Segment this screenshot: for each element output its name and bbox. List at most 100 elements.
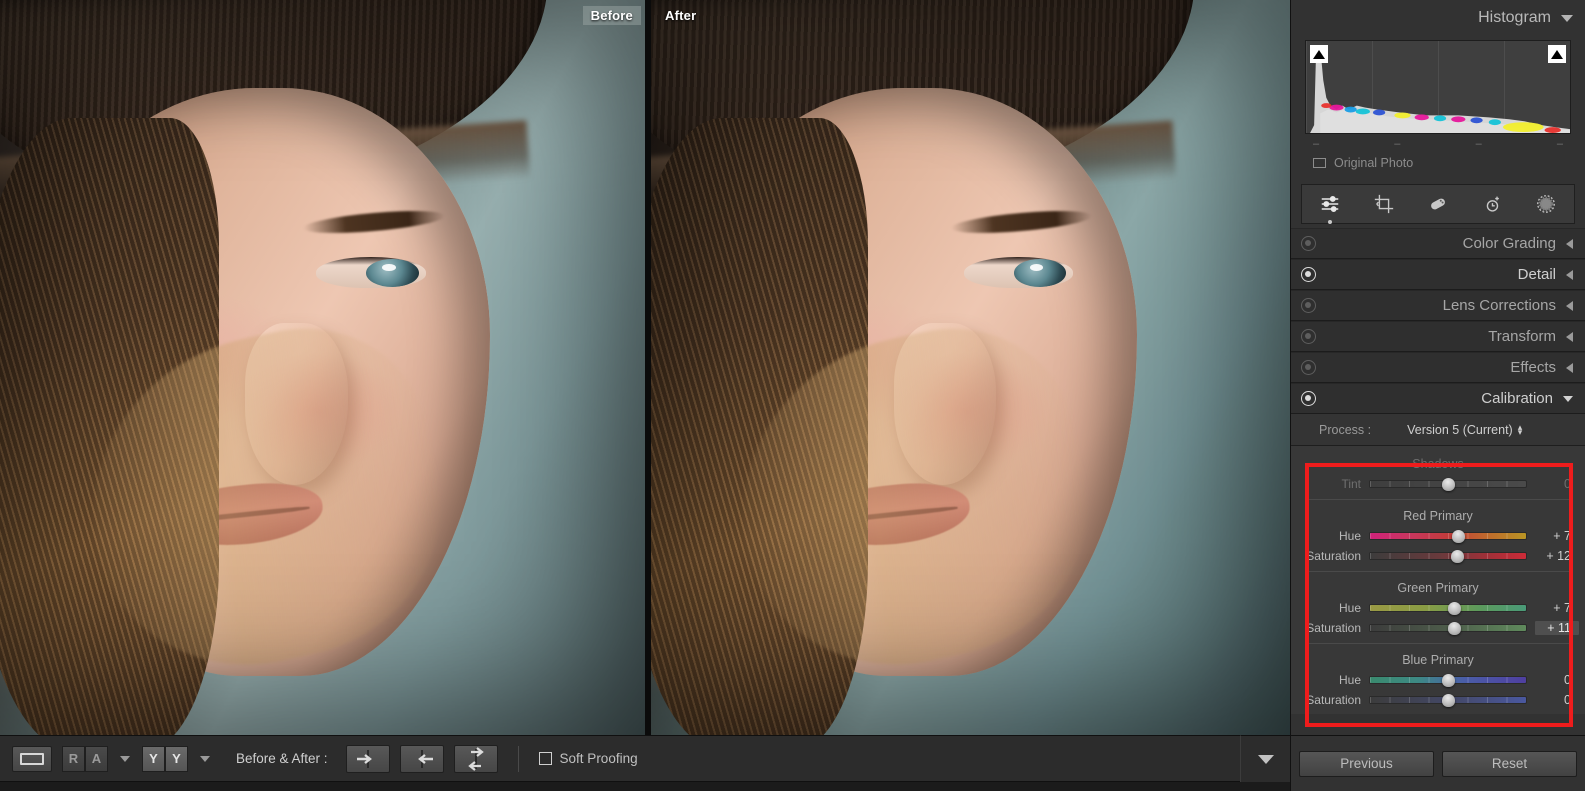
histogram-ticks: – – – – — [1305, 134, 1571, 150]
sidebar-item-detail[interactable]: Detail — [1291, 259, 1585, 290]
chevron-left-icon[interactable] — [1566, 301, 1573, 311]
chevron-left-icon[interactable] — [1566, 270, 1573, 280]
slider-knob[interactable] — [1448, 602, 1461, 615]
reference-view-a-label: A — [85, 746, 108, 772]
reference-view-button[interactable]: R A — [62, 746, 108, 772]
calibration-sliders: Shadows Tint 0 Red Primary Hue + 7 — [1291, 446, 1585, 714]
section-label: Transform — [1488, 328, 1566, 345]
tool-strip — [1301, 184, 1575, 224]
soft-proofing-label: Soft Proofing — [560, 751, 638, 766]
soft-proofing-checkbox[interactable] — [539, 752, 552, 765]
panel-section-list: Color Grading Detail Lens Corrections Tr… — [1291, 228, 1585, 414]
highlight-clipping-indicator[interactable] — [1548, 45, 1566, 63]
chevron-down-icon — [1258, 755, 1274, 764]
eye-icon[interactable] — [1301, 267, 1316, 282]
histogram-container: – – – – Original Photo — [1301, 36, 1575, 182]
slider-row-shadows-tint[interactable]: Tint 0 — [1291, 474, 1585, 494]
histogram-panel-header[interactable]: Histogram — [1291, 0, 1585, 36]
slider-row-green-saturation[interactable]: Saturation + 11 — [1291, 618, 1585, 638]
slider-track-green-hue[interactable] — [1369, 604, 1527, 612]
after-label: After — [657, 6, 704, 25]
eye-icon[interactable] — [1301, 298, 1316, 313]
slider-knob[interactable] — [1442, 694, 1455, 707]
reference-view-caret-icon[interactable] — [120, 756, 130, 762]
slider-label: Saturation — [1291, 693, 1369, 707]
eye-icon[interactable] — [1301, 360, 1316, 375]
before-portrait-image — [0, 0, 645, 735]
after-image-pane[interactable]: After — [651, 0, 1290, 735]
image-compare-viewer[interactable]: Before After — [0, 0, 1290, 735]
slider-row-blue-hue[interactable]: Hue 0 — [1291, 670, 1585, 690]
sidebar-item-calibration[interactable]: Calibration — [1291, 383, 1585, 414]
slider-value: 0 — [1535, 477, 1579, 491]
slider-knob[interactable] — [1448, 622, 1461, 635]
section-label: Effects — [1510, 359, 1566, 376]
section-label: Detail — [1518, 266, 1566, 283]
sidebar-item-lens-corrections[interactable]: Lens Corrections — [1291, 290, 1585, 321]
histogram-graph[interactable] — [1305, 40, 1571, 134]
toolbar-divider — [518, 746, 519, 772]
sidebar-item-color-grading[interactable]: Color Grading — [1291, 228, 1585, 259]
stepper-icon[interactable]: ▴▾ — [1518, 425, 1523, 435]
divider — [1305, 643, 1571, 644]
eye-icon[interactable] — [1301, 236, 1316, 251]
slider-track-red-saturation[interactable] — [1369, 552, 1527, 560]
section-label: Color Grading — [1463, 235, 1566, 252]
slider-row-red-hue[interactable]: Hue + 7 — [1291, 526, 1585, 546]
process-version-select[interactable]: Version 5 (Current) ▴▾ — [1407, 423, 1522, 437]
reset-button[interactable]: Reset — [1442, 751, 1577, 777]
slider-knob[interactable] — [1442, 674, 1455, 687]
histogram-title: Histogram — [1478, 9, 1551, 27]
filmstrip-toggle-button[interactable] — [1240, 735, 1290, 782]
soft-proofing-toggle[interactable]: Soft Proofing — [539, 751, 638, 766]
crop-icon[interactable] — [1371, 191, 1397, 217]
loupe-view-button[interactable] — [12, 746, 52, 772]
chevron-down-icon[interactable] — [1563, 396, 1573, 402]
before-after-label: Before & After : — [236, 751, 328, 766]
original-photo-row[interactable]: Original Photo — [1305, 150, 1571, 178]
red-eye-icon[interactable] — [1479, 191, 1505, 217]
section-label: Lens Corrections — [1443, 297, 1566, 314]
slider-row-red-saturation[interactable]: Saturation + 12 — [1291, 546, 1585, 566]
slider-label: Saturation — [1291, 621, 1369, 635]
eye-icon[interactable] — [1301, 329, 1316, 344]
slider-label: Hue — [1291, 601, 1369, 615]
section-label: Calibration — [1481, 390, 1563, 407]
masking-icon[interactable] — [1533, 191, 1559, 217]
swap-settings-button[interactable] — [454, 745, 498, 773]
copy-after-settings-button[interactable] — [346, 745, 390, 773]
slider-row-green-hue[interactable]: Hue + 7 — [1291, 598, 1585, 618]
divider — [1305, 499, 1571, 500]
chevron-left-icon[interactable] — [1566, 239, 1573, 249]
previous-button[interactable]: Previous — [1299, 751, 1434, 777]
slider-label: Hue — [1291, 529, 1369, 543]
shadow-clipping-indicator[interactable] — [1310, 45, 1328, 63]
slider-knob[interactable] — [1451, 550, 1464, 563]
eye-icon[interactable] — [1301, 391, 1316, 406]
slider-row-blue-saturation[interactable]: Saturation 0 — [1291, 690, 1585, 710]
before-after-caret-icon[interactable] — [200, 756, 210, 762]
sidebar-item-transform[interactable]: Transform — [1291, 321, 1585, 352]
slider-track-shadows-tint[interactable] — [1369, 480, 1527, 488]
slider-knob[interactable] — [1452, 530, 1465, 543]
slider-knob[interactable] — [1442, 478, 1455, 491]
healing-brush-icon[interactable] — [1425, 191, 1451, 217]
edit-sliders-icon[interactable] — [1317, 191, 1343, 217]
slider-track-red-hue[interactable] — [1369, 532, 1527, 540]
slider-value: + 7 — [1535, 529, 1579, 543]
slider-track-blue-saturation[interactable] — [1369, 696, 1527, 704]
sidebar-item-effects[interactable]: Effects — [1291, 352, 1585, 383]
right-panel: Histogram — [1290, 0, 1585, 735]
slider-track-green-saturation[interactable] — [1369, 624, 1527, 632]
slider-track-blue-hue[interactable] — [1369, 676, 1527, 684]
slider-value: + 12 — [1535, 549, 1579, 563]
before-after-view-button[interactable]: Y Y — [142, 746, 188, 772]
chevron-left-icon[interactable] — [1566, 332, 1573, 342]
chevron-down-icon[interactable] — [1561, 15, 1573, 22]
chevron-left-icon[interactable] — [1566, 363, 1573, 373]
before-after-y-right-label: Y — [165, 746, 188, 772]
copy-before-settings-button[interactable] — [400, 745, 444, 773]
before-image-pane[interactable]: Before — [0, 0, 645, 735]
process-version-row[interactable]: Process : Version 5 (Current) ▴▾ — [1291, 414, 1585, 446]
slider-value: + 11 — [1535, 621, 1579, 635]
